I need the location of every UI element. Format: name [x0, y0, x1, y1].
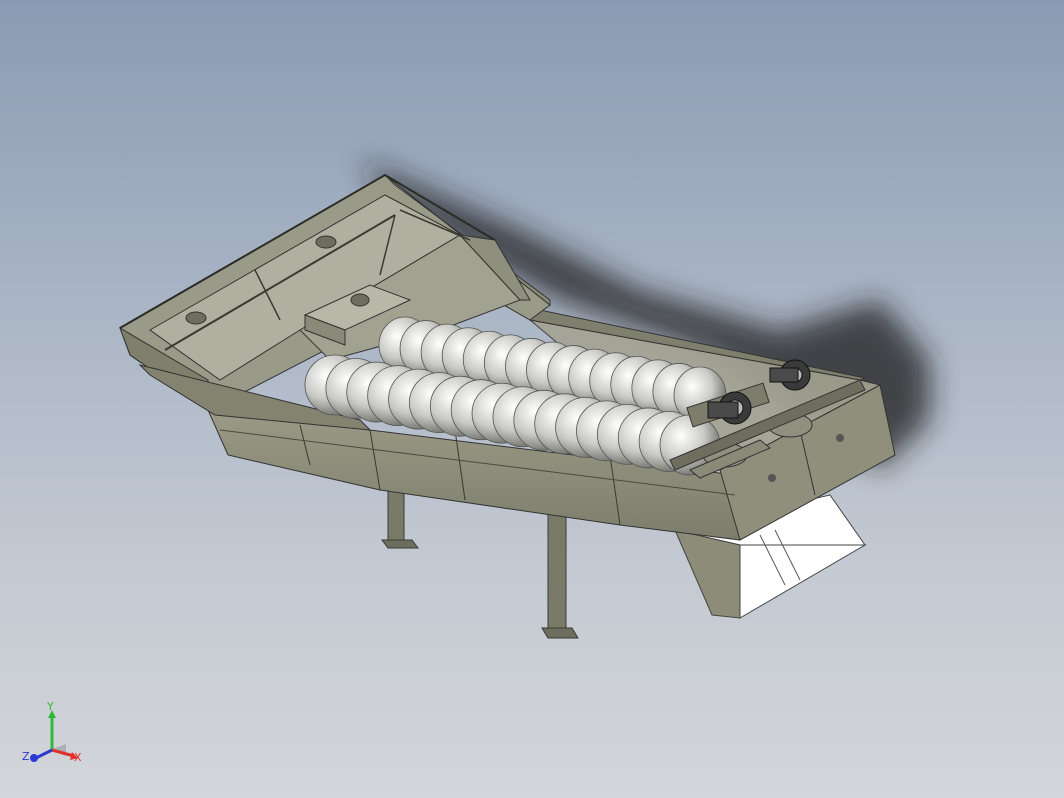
spiral-sand-washer-model[interactable] [0, 0, 1064, 798]
y-axis-label: Y [46, 700, 54, 713]
z-axis-label: Z [22, 750, 30, 763]
cad-viewport[interactable]: Y X Z [0, 0, 1064, 798]
z-axis-icon [35, 748, 53, 760]
x-axis-label: X [74, 751, 82, 764]
orientation-triad[interactable]: Y X Z [14, 700, 94, 780]
